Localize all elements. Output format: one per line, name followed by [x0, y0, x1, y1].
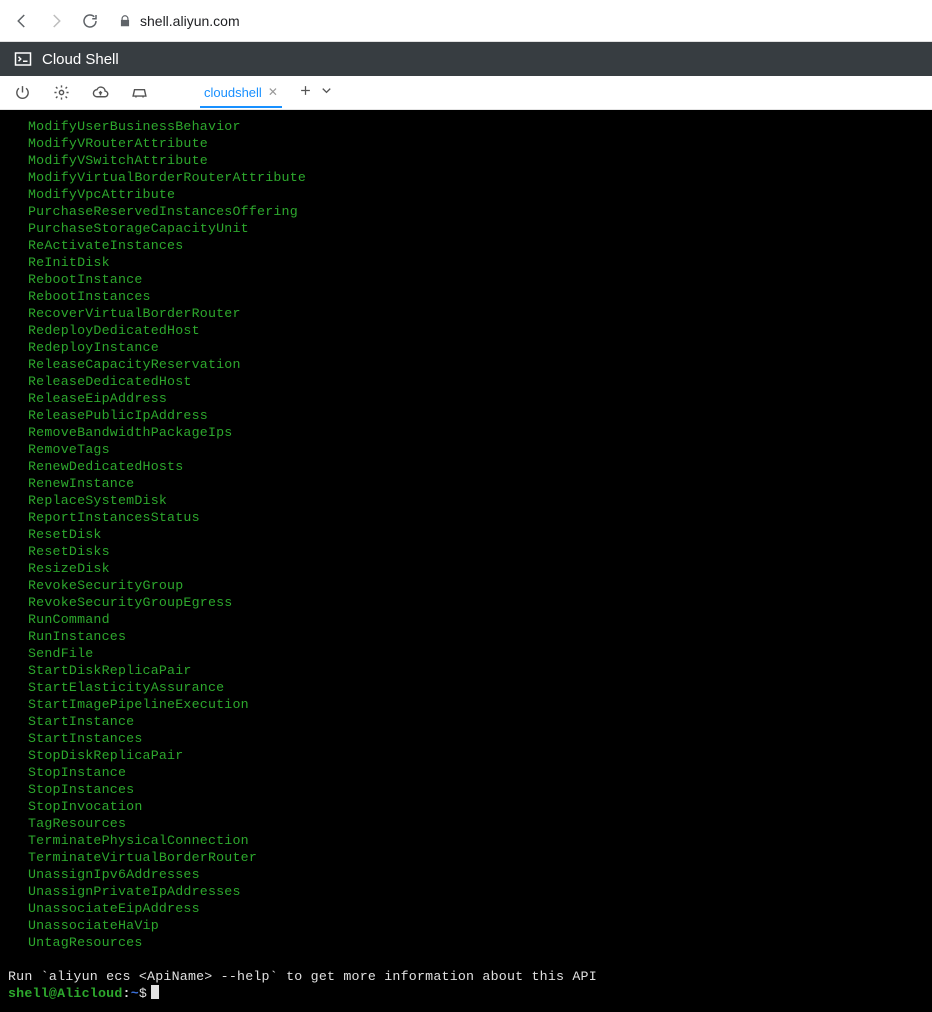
- api-line: ModifyVpcAttribute: [8, 186, 924, 203]
- api-line: RenewDedicatedHosts: [8, 458, 924, 475]
- api-line: TerminatePhysicalConnection: [8, 832, 924, 849]
- terminal[interactable]: ModifyUserBusinessBehaviorModifyVRouterA…: [0, 110, 932, 1012]
- api-line: UnassociateEipAddress: [8, 900, 924, 917]
- gear-icon: [53, 84, 70, 101]
- api-line: StartImagePipelineExecution: [8, 696, 924, 713]
- terminal-icon: [14, 50, 32, 68]
- api-line: TerminateVirtualBorderRouter: [8, 849, 924, 866]
- api-line: ReActivateInstances: [8, 237, 924, 254]
- url-text: shell.aliyun.com: [140, 13, 240, 29]
- toolbar: cloudshell ✕: [0, 76, 932, 110]
- api-line: PurchaseReservedInstancesOffering: [8, 203, 924, 220]
- power-button[interactable]: [14, 84, 31, 101]
- tab-close-button[interactable]: ✕: [268, 85, 278, 99]
- api-line: StartInstance: [8, 713, 924, 730]
- api-line: ReInitDisk: [8, 254, 924, 271]
- nav-forward-button[interactable]: [42, 7, 70, 35]
- api-line: RemoveTags: [8, 441, 924, 458]
- cursor: [151, 985, 159, 999]
- storage-button[interactable]: [131, 84, 148, 101]
- api-line: UntagResources: [8, 934, 924, 951]
- power-icon: [14, 84, 31, 101]
- tab-label: cloudshell: [204, 85, 262, 100]
- api-line: ReleasePublicIpAddress: [8, 407, 924, 424]
- api-line: StopInstance: [8, 764, 924, 781]
- arrow-left-icon: [13, 12, 31, 30]
- api-line: RunInstances: [8, 628, 924, 645]
- cloud-upload-icon: [92, 84, 109, 101]
- new-tab-button[interactable]: [298, 83, 313, 103]
- chevron-down-icon: [319, 83, 334, 98]
- plus-icon: [298, 83, 313, 98]
- prompt-dollar: $: [139, 986, 147, 1001]
- api-line: RemoveBandwidthPackageIps: [8, 424, 924, 441]
- url-bar[interactable]: shell.aliyun.com: [110, 13, 924, 29]
- tab-cloudshell[interactable]: cloudshell ✕: [200, 78, 282, 108]
- nav-back-button[interactable]: [8, 7, 36, 35]
- api-line: ReleaseCapacityReservation: [8, 356, 924, 373]
- api-line: ModifyUserBusinessBehavior: [8, 118, 924, 135]
- api-line: ReleaseDedicatedHost: [8, 373, 924, 390]
- api-line: RedeployInstance: [8, 339, 924, 356]
- api-line: SendFile: [8, 645, 924, 662]
- api-line: UnassignPrivateIpAddresses: [8, 883, 924, 900]
- api-line: ResizeDisk: [8, 560, 924, 577]
- terminal-hint: Run `aliyun ecs <ApiName> --help` to get…: [8, 968, 924, 985]
- app-header: Cloud Shell: [0, 42, 932, 76]
- api-line: PurchaseStorageCapacityUnit: [8, 220, 924, 237]
- api-line: ModifyVRouterAttribute: [8, 135, 924, 152]
- api-line: UnassociateHaVip: [8, 917, 924, 934]
- api-line: RunCommand: [8, 611, 924, 628]
- api-line: ModifyVSwitchAttribute: [8, 152, 924, 169]
- nav-reload-button[interactable]: [76, 7, 104, 35]
- upload-button[interactable]: [92, 84, 109, 101]
- prompt-user: shell@Alicloud: [8, 986, 123, 1001]
- api-line: ReleaseEipAddress: [8, 390, 924, 407]
- settings-button[interactable]: [53, 84, 70, 101]
- api-line: RebootInstance: [8, 271, 924, 288]
- api-line: TagResources: [8, 815, 924, 832]
- api-line: StartElasticityAssurance: [8, 679, 924, 696]
- api-line: StopDiskReplicaPair: [8, 747, 924, 764]
- api-line: ResetDisks: [8, 543, 924, 560]
- arrow-right-icon: [47, 12, 65, 30]
- storage-icon: [131, 84, 148, 101]
- api-line: ModifyVirtualBorderRouterAttribute: [8, 169, 924, 186]
- api-line: StartDiskReplicaPair: [8, 662, 924, 679]
- tabs: cloudshell ✕: [200, 78, 334, 108]
- api-line: ResetDisk: [8, 526, 924, 543]
- terminal-prompt: shell@Alicloud:~$: [8, 985, 924, 1002]
- api-line: RevokeSecurityGroup: [8, 577, 924, 594]
- api-line: StartInstances: [8, 730, 924, 747]
- prompt-colon: :: [123, 986, 131, 1001]
- api-line: UnassignIpv6Addresses: [8, 866, 924, 883]
- app-title: Cloud Shell: [42, 51, 119, 68]
- browser-chrome: shell.aliyun.com: [0, 0, 932, 42]
- api-line: RenewInstance: [8, 475, 924, 492]
- api-line: RebootInstances: [8, 288, 924, 305]
- api-line: ReplaceSystemDisk: [8, 492, 924, 509]
- lock-icon: [118, 14, 132, 28]
- reload-icon: [81, 12, 99, 30]
- tab-menu-button[interactable]: [319, 83, 334, 103]
- prompt-path: ~: [131, 986, 139, 1001]
- api-line: ReportInstancesStatus: [8, 509, 924, 526]
- api-line: StopInvocation: [8, 798, 924, 815]
- api-line: StopInstances: [8, 781, 924, 798]
- api-line: RevokeSecurityGroupEgress: [8, 594, 924, 611]
- api-line: RedeployDedicatedHost: [8, 322, 924, 339]
- api-line: RecoverVirtualBorderRouter: [8, 305, 924, 322]
